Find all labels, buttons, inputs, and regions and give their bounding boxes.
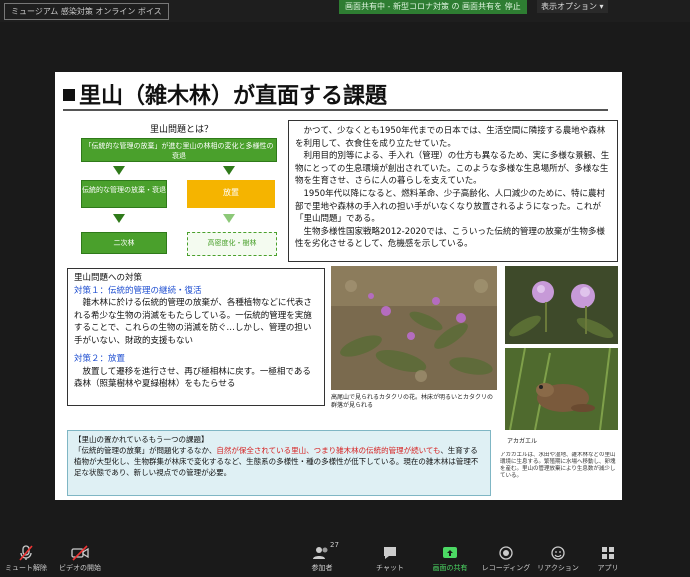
countermeasure-2-title: 対策２：放置: [74, 354, 126, 364]
arrow-down-icon: [113, 166, 125, 175]
smiley-icon: [551, 546, 565, 560]
unmute-label: ミュート解除: [5, 564, 47, 572]
chat-label: チャット: [376, 564, 404, 572]
frog-caption: アカガエル: [507, 438, 538, 445]
top-bar: ミュージアム 感染対策 オンライン ボイス 画面共有中 - 新型コロナ対策 の …: [0, 0, 690, 22]
diagram-left-bottom-box: 二次林: [81, 232, 167, 254]
start-video-button[interactable]: ビデオの開始: [50, 537, 110, 577]
other-issue-text-1: 「伝統的管理の放棄」が問題化するなか、: [74, 446, 217, 455]
chat-button[interactable]: チャット: [360, 537, 420, 577]
arrow-down-icon: [223, 166, 235, 175]
flower-photo: [505, 266, 618, 344]
diagram-right-mid-box: 放置: [187, 180, 275, 208]
participants-icon: [313, 547, 328, 559]
share-status-banner[interactable]: 画面共有中 - 新型コロナ対策 の 画面共有を 停止: [339, 0, 527, 14]
diagram-heading: 里山問題とは？: [150, 125, 214, 135]
other-issue-heading: 【里山の置かれているもう一つの課題】: [74, 435, 209, 444]
share-screen-icon: [443, 547, 457, 558]
apps-grid-icon: [602, 547, 614, 559]
diagram-top-box: 「伝統的な管理の放棄」が進む里山の林相の変化と多様性の衰退: [81, 138, 277, 162]
view-options-button[interactable]: 表示オプション ▾: [537, 0, 608, 13]
countermeasure-1-body: 雑木林に於ける伝統的管理の放棄が、各種植物などに代表される希少な生物の消滅をもた…: [74, 298, 312, 346]
history-text-box: かつて、少なくとも1950年代までの日本では、生活空間に隣接する農地や森林を利用…: [288, 120, 618, 262]
diagram-left-mid-box: 伝統的な管理の放棄・衰退: [81, 180, 167, 208]
chevron-down-icon: ▾: [599, 2, 604, 11]
record-button[interactable]: レコーディング: [476, 537, 536, 577]
participants-button[interactable]: 参加者 27: [292, 537, 352, 577]
view-options-label: 表示オプション: [541, 2, 597, 11]
apps-button[interactable]: アプリ: [578, 537, 638, 577]
arrow-down-icon: [113, 214, 125, 223]
dashed-arrow-down-icon: [223, 214, 235, 223]
frog-photo: [505, 348, 618, 430]
katakuri-caption: 高尾山で見られるカタクリの花。林床が明るいとカタクリの群落が見られる: [331, 394, 494, 409]
countermeasures-heading: 里山問題への対策: [74, 273, 143, 283]
meeting-toolbar: ミュート解除 ビデオの開始 参加者 27 チャット 画面の共有 レコーディング …: [0, 537, 690, 577]
other-issue-body: 「伝統的管理の放棄」が問題化するなか、自然が保全されている里山、つまり雑木林の伝…: [74, 445, 484, 478]
countermeasure-1-title: 対策１：伝統的管理の継続・復活: [74, 285, 202, 296]
record-label: レコーディング: [481, 564, 531, 572]
record-icon: [499, 546, 513, 560]
apps-label: アプリ: [597, 564, 619, 572]
participants-count: 27: [330, 541, 339, 549]
other-issue-box: 【里山の置かれているもう一つの課題】 「伝統的管理の放棄」が問題化するなか、自然…: [67, 430, 491, 496]
frog-explanation: アカガエルは、水田や湿地、雑木林などの里山環境に生息する。繁殖期に水場へ移動し、…: [500, 452, 616, 479]
video-off-icon: [71, 545, 89, 561]
countermeasures-box: 里山問題への対策 対策１：伝統的管理の継続・復活 雑木林に於ける伝統的管理の放棄…: [67, 268, 325, 406]
katakuri-photo: [331, 266, 497, 390]
muted-mic-icon: [19, 545, 33, 561]
chat-bubble-icon: [384, 547, 396, 559]
slide-title: 里山（雑木林）が直面する課題: [63, 78, 387, 110]
share-screen-button[interactable]: 画面の共有: [420, 537, 480, 577]
shared-slide: 里山（雑木林）が直面する課題 里山問題とは？ 「伝統的な管理の放棄」が進む里山の…: [55, 72, 622, 500]
diagram-right-bottom-box: 高密度化・樹林: [187, 232, 277, 256]
title-divider: [63, 109, 608, 111]
unmute-button[interactable]: ミュート解除: [0, 537, 56, 577]
other-issue-emphasis: 自然が保全されている里山、つまり雑木林の伝統的管理が続いても: [216, 446, 441, 455]
participants-label: 参加者: [311, 564, 333, 572]
slide-title-text: 里山（雑木林）が直面する課題: [79, 84, 388, 109]
window-title: ミュージアム 感染対策 オンライン ボイス: [4, 3, 169, 20]
start-video-label: ビデオの開始: [59, 564, 101, 572]
square-bullet-icon: [63, 89, 75, 101]
history-text: かつて、少なくとも1950年代までの日本では、生活空間に隣接する農地や森林を利用…: [295, 126, 610, 250]
share-screen-label: 画面の共有: [432, 564, 468, 572]
countermeasure-2-body: 放置して遷移を進行させ、再び極相林に戻す。一極相である森林（照葉樹林や夏緑樹林）…: [74, 366, 311, 390]
